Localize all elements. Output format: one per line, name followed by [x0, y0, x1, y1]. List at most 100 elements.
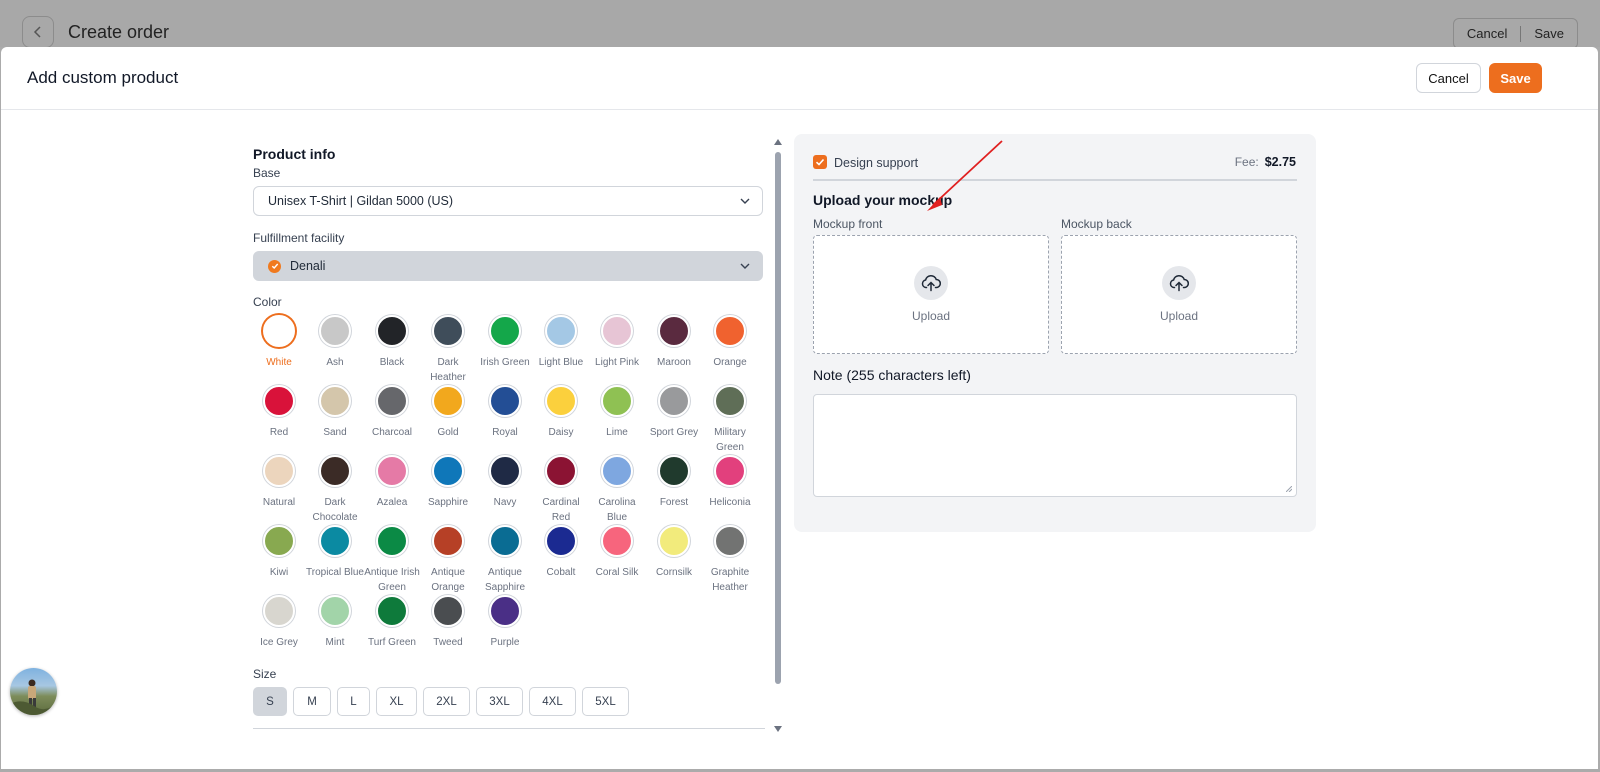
avatar[interactable]: [10, 668, 57, 715]
checkmark-icon: [815, 158, 825, 166]
color-swatch[interactable]: Graphite Heather: [701, 525, 759, 595]
color-swatch-circle: [432, 525, 464, 557]
color-swatch-circle: [319, 385, 351, 417]
color-swatch-circle: [545, 385, 577, 417]
size-option[interactable]: 3XL: [476, 687, 523, 716]
design-support-checkbox[interactable]: [813, 155, 827, 169]
color-swatch-label: Military Green: [714, 427, 746, 453]
color-swatch[interactable]: Military Green: [701, 385, 759, 455]
color-swatch[interactable]: Cobalt: [532, 525, 590, 580]
color-swatch[interactable]: Charcoal: [363, 385, 421, 440]
facility-label: Fulfillment facility: [253, 231, 345, 245]
mockup-back-label: Mockup back: [1061, 217, 1132, 231]
size-option[interactable]: XL: [376, 687, 417, 716]
color-swatch-label: Black: [379, 357, 405, 368]
color-swatch[interactable]: Forest: [645, 455, 703, 510]
note-textarea[interactable]: [813, 394, 1297, 497]
color-swatch-label: Charcoal: [371, 427, 413, 438]
color-swatch[interactable]: Dark Heather: [419, 315, 477, 385]
resize-handle-icon[interactable]: [1286, 486, 1292, 492]
color-swatch[interactable]: Maroon: [645, 315, 703, 370]
color-swatch-label: Cornsilk: [655, 567, 693, 578]
color-swatch[interactable]: Daisy: [532, 385, 590, 440]
color-swatch[interactable]: Antique Sapphire: [476, 525, 534, 595]
color-swatch[interactable]: Sapphire: [419, 455, 477, 510]
color-swatch-label: Natural: [262, 497, 296, 508]
size-option[interactable]: 5XL: [582, 687, 629, 716]
color-swatch[interactable]: Kiwi: [250, 525, 308, 580]
color-swatch-circle: [263, 595, 295, 627]
background-save-button[interactable]: Save: [1521, 26, 1577, 41]
color-swatch-circle: [714, 525, 746, 557]
color-swatch-circle: [376, 455, 408, 487]
check-circle-icon: [268, 259, 281, 273]
size-option[interactable]: 2XL: [423, 687, 470, 716]
back-button[interactable]: [22, 16, 54, 48]
color-swatch[interactable]: Mint: [306, 595, 364, 650]
color-swatch[interactable]: Ash: [306, 315, 364, 370]
size-label: Size: [253, 667, 277, 681]
color-swatch-circle: [376, 315, 408, 347]
color-swatch-circle: [319, 315, 351, 347]
color-swatch-circle: [489, 315, 521, 347]
color-swatch-label: Sand: [323, 427, 347, 438]
facility-select[interactable]: Denali: [253, 251, 763, 281]
facility-value: Denali: [290, 259, 326, 273]
color-swatch-circle: [319, 455, 351, 487]
mockup-back-dropzone[interactable]: Upload: [1061, 235, 1297, 354]
color-swatch[interactable]: Tweed: [419, 595, 477, 650]
color-swatch[interactable]: Orange: [701, 315, 759, 370]
color-swatch[interactable]: Irish Green: [476, 315, 534, 370]
color-swatch[interactable]: Natural: [250, 455, 308, 510]
mockup-front-dropzone[interactable]: Upload: [813, 235, 1049, 354]
color-swatch-circle: [601, 455, 633, 487]
color-swatch-label: Dark Heather: [430, 357, 466, 383]
color-swatch[interactable]: Cardinal Red: [532, 455, 590, 525]
scroll-up-arrow[interactable]: [774, 139, 782, 145]
color-swatch[interactable]: Light Pink: [588, 315, 646, 370]
color-swatch-circle: [319, 595, 351, 627]
size-option[interactable]: S: [253, 687, 287, 716]
color-swatch[interactable]: Tropical Blue: [306, 525, 364, 580]
color-swatch[interactable]: Red: [250, 385, 308, 440]
product-info-form: Product info Base Unisex T-Shirt | Gilda…: [253, 146, 765, 729]
color-swatch-label: Cobalt: [546, 567, 576, 578]
color-swatch[interactable]: Sport Grey: [645, 385, 703, 440]
color-swatch[interactable]: Light Blue: [532, 315, 590, 370]
size-option[interactable]: M: [293, 687, 331, 716]
color-swatch[interactable]: Purple: [476, 595, 534, 650]
color-swatch[interactable]: Lime: [588, 385, 646, 440]
color-swatch[interactable]: Gold: [419, 385, 477, 440]
color-swatch[interactable]: Azalea: [363, 455, 421, 510]
color-swatch[interactable]: White: [250, 315, 308, 370]
color-swatch[interactable]: Navy: [476, 455, 534, 510]
annotation-arrow-icon: [927, 140, 1003, 211]
divider: [253, 728, 765, 729]
color-swatch[interactable]: Black: [363, 315, 421, 370]
fee-value: $2.75: [1264, 155, 1296, 169]
design-panel: Design support Fee: $2.75 Upload your moc…: [794, 134, 1316, 532]
background-cancel-button[interactable]: Cancel: [1454, 26, 1520, 41]
size-option[interactable]: 4XL: [529, 687, 576, 716]
color-swatch[interactable]: Antique Irish Green: [363, 525, 421, 595]
color-swatch[interactable]: Carolina Blue: [588, 455, 646, 525]
save-button[interactable]: Save: [1489, 63, 1542, 93]
color-swatch-circle: [658, 315, 690, 347]
cancel-button[interactable]: Cancel: [1416, 63, 1481, 93]
color-swatch-circle: [432, 455, 464, 487]
color-swatch-label: Cardinal Red: [542, 497, 580, 523]
color-swatch[interactable]: Royal: [476, 385, 534, 440]
color-swatch[interactable]: Turf Green: [363, 595, 421, 650]
color-swatch[interactable]: Cornsilk: [645, 525, 703, 580]
color-swatch[interactable]: Heliconia: [701, 455, 759, 510]
scroll-down-arrow[interactable]: [774, 726, 782, 732]
scrollbar-thumb[interactable]: [775, 152, 781, 684]
size-option[interactable]: L: [337, 687, 370, 716]
color-swatch[interactable]: Dark Chocolate: [306, 455, 364, 525]
color-swatch[interactable]: Coral Silk: [588, 525, 646, 580]
color-swatch[interactable]: Ice Grey: [250, 595, 308, 650]
color-swatch[interactable]: Antique Orange: [419, 525, 477, 595]
base-select[interactable]: Unisex T-Shirt | Gildan 5000 (US): [253, 186, 763, 216]
color-swatch[interactable]: Sand: [306, 385, 364, 440]
color-swatch-label: Lime: [606, 427, 628, 438]
